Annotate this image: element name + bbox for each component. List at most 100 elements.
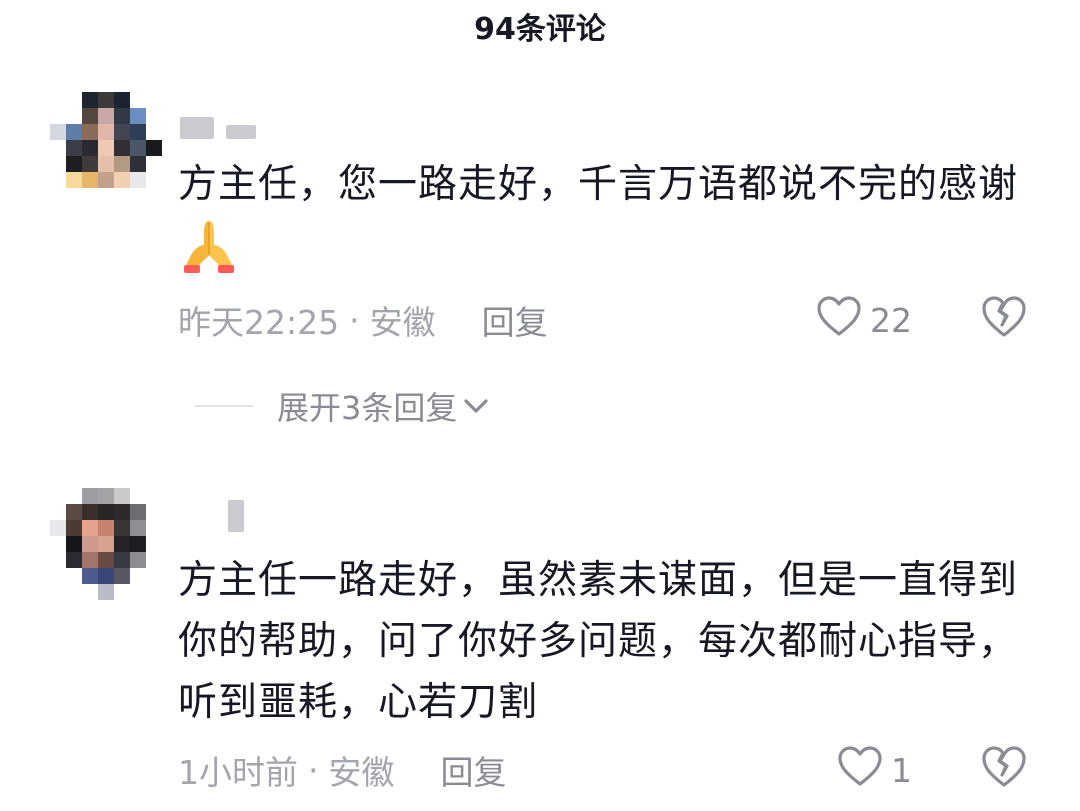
avatar-pixel (114, 92, 130, 108)
avatar-pixel (130, 520, 146, 536)
expand-replies-label: 展开3条回复 (277, 389, 458, 427)
avatar-pixel (50, 488, 66, 504)
username-blur-block (226, 125, 256, 139)
avatar-pixel (50, 172, 66, 188)
avatar-pixel (82, 488, 98, 504)
avatar-pixel (66, 488, 82, 504)
broken-heart-icon (980, 296, 1028, 346)
avatar-pixel (130, 536, 146, 552)
avatar-pixel (82, 188, 98, 204)
broken-heart-icon (980, 746, 1028, 796)
avatar-pixel (146, 504, 162, 520)
avatar-pixel (114, 108, 130, 124)
avatar-pixel (130, 140, 146, 156)
avatar-pixel (114, 188, 130, 204)
avatar-pixel (130, 568, 146, 584)
username-blur-block (228, 500, 244, 532)
avatar-pixel (66, 92, 82, 108)
avatar-pixel (114, 504, 130, 520)
avatar-pixel (130, 584, 146, 600)
avatar-pixel (98, 108, 114, 124)
avatar-pixel (98, 520, 114, 536)
comment-time: 昨天22:25 (178, 303, 340, 342)
avatar-pixel (50, 124, 66, 140)
dislike-button[interactable] (980, 294, 1028, 346)
avatar-pixel (98, 504, 114, 520)
divider-line (195, 405, 253, 407)
avatar-pixel (98, 568, 114, 584)
avatar-pixel (50, 156, 66, 172)
like-button[interactable]: 22 (816, 295, 912, 345)
reply-button[interactable]: 回复 (441, 746, 507, 794)
avatar-pixel (66, 124, 82, 140)
comment-count-title: 94条评论 (474, 12, 606, 47)
avatar-pixel (98, 488, 114, 504)
avatar-pixel (50, 520, 66, 536)
avatar-pixel (146, 584, 162, 600)
avatar-pixel (66, 504, 82, 520)
avatar-pixel (114, 124, 130, 140)
avatar-pixel (130, 92, 146, 108)
avatar-pixel (114, 488, 130, 504)
avatar-pixel (66, 172, 82, 188)
avatar-pixel (130, 156, 146, 172)
avatar-pixel (66, 140, 82, 156)
comment-text: 方主任，您一路走好，千言万语都说不完的感谢 (178, 154, 1038, 291)
username-blurred[interactable] (180, 500, 244, 532)
avatar-pixel (66, 536, 82, 552)
avatar-pixel (98, 584, 114, 600)
dislike-button[interactable] (980, 744, 1028, 796)
heart-outline-icon (837, 745, 883, 795)
avatar-pixel (50, 584, 66, 600)
avatar-pixel (98, 156, 114, 172)
chevron-down-icon (463, 397, 489, 415)
expand-replies-button[interactable]: 展开3条回复 (195, 386, 489, 427)
comment-meta: 昨天22:25 · 安徽 回复 22 (178, 295, 1028, 345)
avatar[interactable] (50, 488, 162, 600)
avatar-pixel (50, 108, 66, 124)
like-button[interactable]: 1 (837, 745, 912, 795)
avatar-pixel (98, 552, 114, 568)
avatar-pixel (146, 552, 162, 568)
comment-meta: 1小时前 · 安徽 回复 1 (178, 745, 1028, 795)
username-blurred[interactable] (180, 116, 256, 140)
like-count: 22 (870, 300, 912, 340)
avatar-pixel (82, 536, 98, 552)
avatar-pixel (66, 584, 82, 600)
avatar-pixel (66, 552, 82, 568)
avatar-pixel (146, 536, 162, 552)
avatar-pixel (114, 536, 130, 552)
avatar-pixel (50, 536, 66, 552)
avatar-pixel (66, 568, 82, 584)
avatar-pixel (50, 552, 66, 568)
avatar-pixel (66, 108, 82, 124)
reply-button[interactable]: 回复 (482, 296, 548, 344)
avatar-pixel (82, 584, 98, 600)
meta-separator: · (308, 750, 319, 790)
avatar-pixel (98, 172, 114, 188)
avatar-pixel (98, 536, 114, 552)
username-blur-block (180, 117, 214, 139)
avatar-pixel (146, 124, 162, 140)
avatar-pixel (146, 156, 162, 172)
avatar-pixel (146, 92, 162, 108)
avatar-pixel (50, 140, 66, 156)
comment-location: 安徽 (328, 753, 395, 792)
avatar-pixel (114, 552, 130, 568)
comment-text: 方主任一路走好，虽然素未谋面，但是一直得到你的帮助，问了你好多问题，每次都耐心指… (178, 550, 1038, 733)
avatar-pixel (130, 124, 146, 140)
avatar-pixel (98, 124, 114, 140)
avatar-pixel (50, 568, 66, 584)
like-count: 1 (891, 750, 912, 790)
avatar-pixel (50, 504, 66, 520)
avatar-pixel (114, 156, 130, 172)
meta-separator: · (349, 300, 360, 340)
avatar-pixel (82, 156, 98, 172)
avatar-pixel (66, 188, 82, 204)
avatar[interactable] (50, 92, 162, 204)
avatar-pixel (82, 172, 98, 188)
avatar-pixel (82, 520, 98, 536)
avatar-pixel (98, 92, 114, 108)
heart-outline-icon (816, 295, 862, 345)
avatar-pixel (66, 156, 82, 172)
